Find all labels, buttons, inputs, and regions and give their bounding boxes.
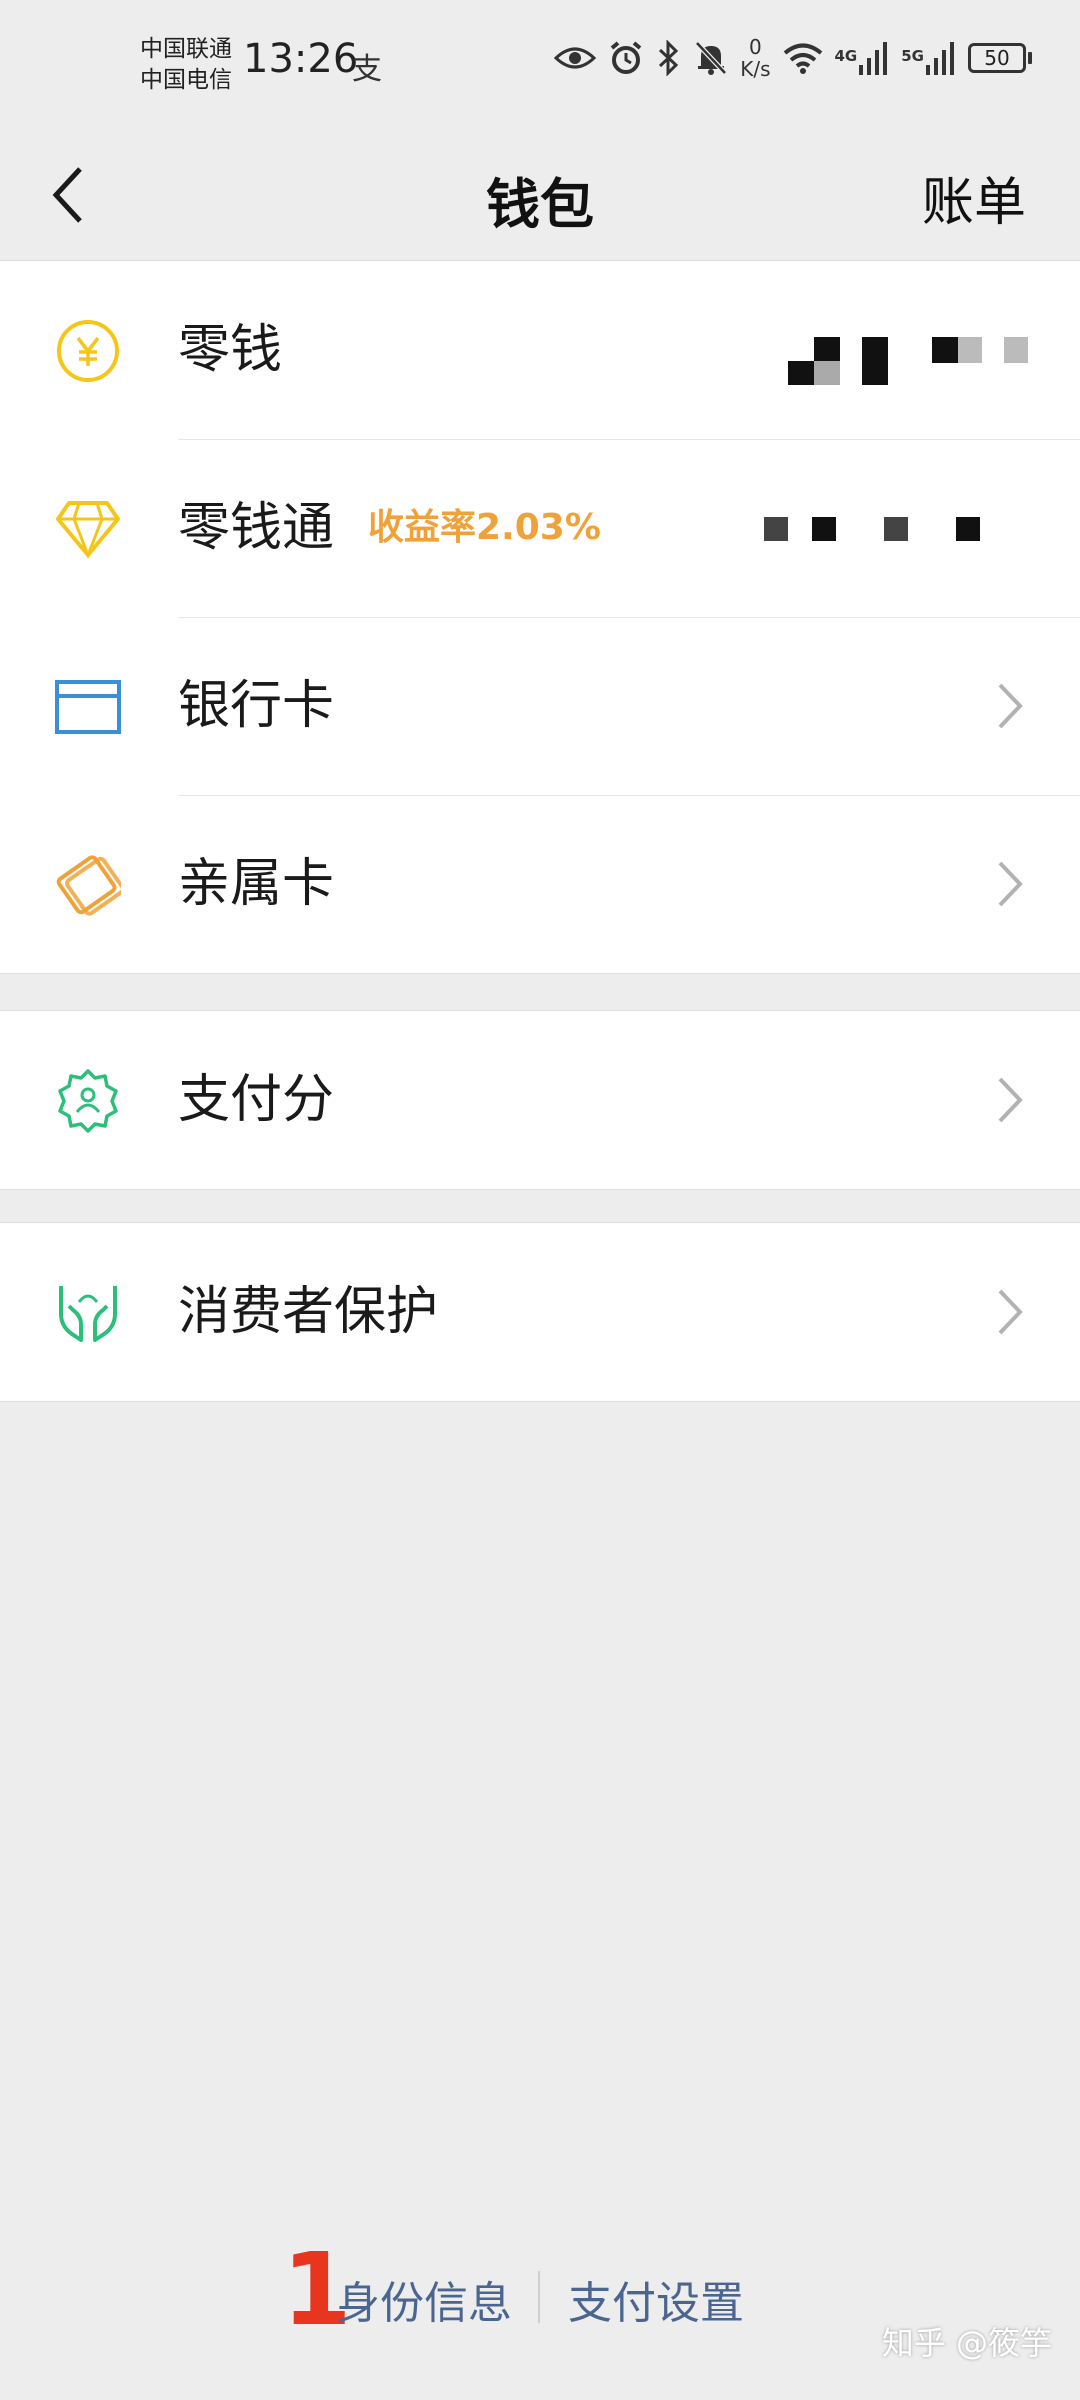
wallet-screen: 中国联通 中国电信 13:26 支 0 K/s 4G 5G 50 钱包 账单 零… (0, 0, 1080, 2400)
credit-group: 支付分 (0, 1010, 1080, 1190)
status-time: 13:26 (243, 36, 359, 82)
list-item-label: 零钱通 (178, 498, 335, 558)
bank-card-icon (54, 673, 122, 741)
page-title: 钱包 (486, 173, 594, 236)
signal-5g-label: 5G (901, 47, 924, 65)
list-item-label: 支付分 (178, 1070, 335, 1130)
wallet-group: 零钱 零钱通 收益率2.03% 银行卡 亲属卡 (0, 260, 1080, 974)
chevron-left-icon (52, 167, 82, 223)
list-item-lingqiantong[interactable]: 零钱通 收益率2.03% (0, 439, 1080, 617)
network-speed: 0 K/s (740, 36, 770, 80)
pay-score-icon (54, 1067, 122, 1135)
diamond-icon (54, 495, 122, 563)
list-item-label: 亲属卡 (178, 854, 335, 914)
app-notification-icon: 支 (352, 52, 382, 87)
carrier-info: 中国联通 中国电信 (140, 34, 232, 96)
link-divider (538, 2271, 540, 2323)
back-button[interactable] (36, 155, 100, 235)
bill-button[interactable]: 账单 (922, 160, 1026, 235)
identity-info-link[interactable]: 身份信息 (336, 2267, 512, 2331)
net-speed-value: 0 (748, 35, 762, 59)
pay-settings-link[interactable]: 支付设置 (568, 2267, 744, 2331)
list-item-bank-card[interactable]: 银行卡 (0, 617, 1080, 795)
watermark: 知乎 @筱竽 (881, 2324, 1052, 2362)
chevron-right-icon (998, 1077, 1023, 1123)
list-item-pay-score[interactable]: 支付分 (0, 1011, 1080, 1189)
eye-icon (554, 47, 597, 69)
signal-4g: 4G (835, 41, 890, 75)
protection-group: 消费者保护 (0, 1222, 1080, 1402)
list-item-change[interactable]: 零钱 (0, 261, 1080, 439)
signal-icon (926, 42, 954, 75)
list-item-label: 消费者保护 (178, 1282, 439, 1342)
list-item-label: 银行卡 (178, 676, 335, 736)
protection-hands-icon (54, 1279, 122, 1347)
chevron-right-icon (998, 1289, 1023, 1335)
family-card-icon (54, 851, 122, 919)
carrier-1: 中国联通 (140, 36, 232, 62)
signal-icon (859, 42, 888, 75)
nav-bar: 钱包 账单 (0, 130, 1080, 260)
battery-icon: 50 (968, 43, 1032, 73)
battery-level: 50 (968, 43, 1026, 73)
yen-circle-icon (54, 317, 122, 385)
signal-5g: 5G (901, 41, 956, 75)
chevron-right-icon (998, 683, 1023, 729)
chevron-right-icon (998, 861, 1023, 907)
list-item-label: 零钱 (178, 320, 283, 380)
signal-4g-label: 4G (834, 47, 858, 65)
bluetooth-icon (659, 40, 679, 76)
wifi-icon (783, 43, 822, 74)
alarm-icon (610, 41, 642, 74)
carrier-2: 中国电信 (140, 67, 232, 93)
mute-bell-icon (695, 41, 728, 75)
list-item-family-card[interactable]: 亲属卡 (0, 795, 1080, 973)
status-icons: 0 K/s 4G 5G 50 (554, 36, 1032, 80)
status-bar: 中国联通 中国电信 13:26 支 0 K/s 4G 5G 50 (0, 0, 1080, 130)
battery-nub (1028, 52, 1032, 64)
masked-balance (788, 261, 1028, 439)
yield-rate-badge: 收益率2.03% (368, 507, 601, 548)
masked-balance (764, 439, 984, 617)
list-item-consumer-protection[interactable]: 消费者保护 (0, 1223, 1080, 1401)
net-speed-unit: K/s (740, 57, 771, 81)
